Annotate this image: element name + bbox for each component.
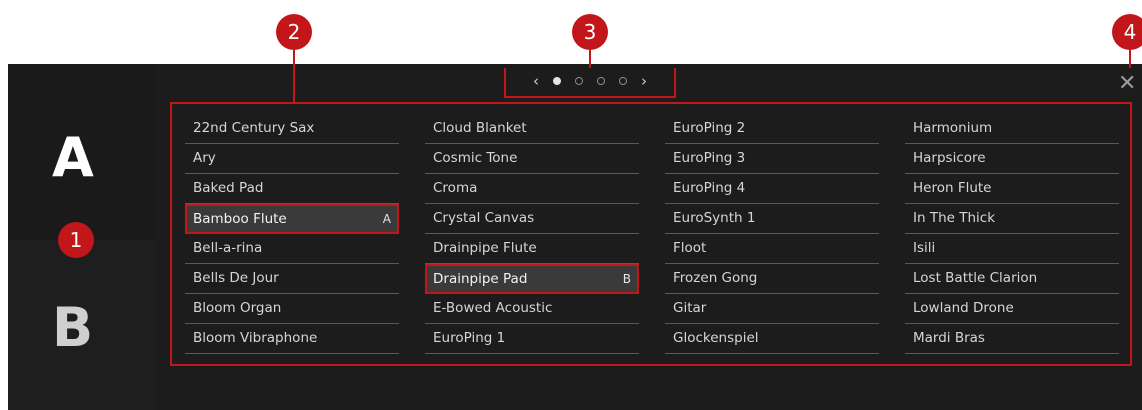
preset-label: Bloom Organ: [193, 300, 282, 316]
preset-label: Heron Flute: [913, 180, 992, 196]
preset-item[interactable]: Bloom Vibraphone: [185, 324, 399, 354]
preset-label: Isili: [913, 240, 936, 256]
preset-item[interactable]: Ary: [185, 144, 399, 174]
preset-label: Bells De Jour: [193, 270, 279, 286]
preset-item[interactable]: EuroPing 2: [665, 114, 879, 144]
preset-column: 22nd Century Sax Ary Baked Pad Bamboo Flute…: [185, 114, 399, 354]
page-dot-2[interactable]: [575, 77, 583, 85]
preset-item[interactable]: Gitar: [665, 294, 879, 324]
preset-label: EuroPing 1: [433, 330, 506, 346]
preset-item[interactable]: Croma: [425, 174, 639, 204]
preset-label: Cosmic Tone: [433, 150, 518, 166]
preset-label: Bamboo Flute: [193, 211, 287, 227]
preset-item[interactable]: Cloud Blanket: [425, 114, 639, 144]
callout-3: 3: [572, 14, 608, 50]
preset-label: Ary: [193, 150, 216, 166]
preset-grid: 22nd Century Sax Ary Baked Pad Bamboo Flute…: [170, 102, 1132, 366]
preset-item[interactable]: E-Bowed Acoustic: [425, 294, 639, 324]
preset-item[interactable]: Isili: [905, 234, 1119, 264]
preset-item[interactable]: Drainpipe Flute: [425, 234, 639, 264]
slot-tag: A: [382, 212, 391, 226]
preset-item[interactable]: Crystal Canvas: [425, 204, 639, 234]
preset-item[interactable]: EuroPing 4: [665, 174, 879, 204]
page-dot-3[interactable]: [597, 77, 605, 85]
preset-item[interactable]: Drainpipe Pad B: [425, 264, 639, 294]
preset-item[interactable]: Bloom Organ: [185, 294, 399, 324]
slot-tag: B: [622, 272, 631, 286]
preset-item[interactable]: Floot: [665, 234, 879, 264]
preset-label: Lowland Drone: [913, 300, 1014, 316]
preset-item[interactable]: EuroPing 3: [665, 144, 879, 174]
preset-label: EuroSynth 1: [673, 210, 756, 226]
page-dot-1[interactable]: [553, 77, 561, 85]
callout-3-leader: [589, 50, 591, 68]
preset-item[interactable]: Lowland Drone: [905, 294, 1119, 324]
preset-label: EuroPing 2: [673, 120, 746, 136]
preset-item[interactable]: Mardi Bras: [905, 324, 1119, 354]
preset-item[interactable]: Harmonium: [905, 114, 1119, 144]
preset-item[interactable]: Bell-a-rina: [185, 234, 399, 264]
callout-4: 4: [1112, 14, 1142, 50]
preset-label: Glockenspiel: [673, 330, 759, 346]
preset-label: Cloud Blanket: [433, 120, 527, 136]
close-icon[interactable]: ✕: [1118, 73, 1136, 95]
preset-label: Frozen Gong: [673, 270, 758, 286]
preset-label: 22nd Century Sax: [193, 120, 315, 136]
preset-label: Bloom Vibraphone: [193, 330, 318, 346]
page-dot-4[interactable]: [619, 77, 627, 85]
preset-item[interactable]: Glockenspiel: [665, 324, 879, 354]
preset-column: EuroPing 2 EuroPing 3 EuroPing 4 EuroSynth …: [665, 114, 879, 354]
chevron-right-icon[interactable]: ›: [641, 72, 647, 90]
preset-label: Baked Pad: [193, 180, 264, 196]
preset-label: In The Thick: [913, 210, 996, 226]
slot-b-button[interactable]: B: [52, 296, 93, 359]
preset-label: Lost Battle Clarion: [913, 270, 1038, 286]
preset-label: Mardi Bras: [913, 330, 985, 346]
preset-item[interactable]: Bells De Jour: [185, 264, 399, 294]
preset-item[interactable]: Bamboo Flute A: [185, 204, 399, 234]
preset-label: Floot: [673, 240, 707, 256]
preset-column: Cloud Blanket Cosmic Tone Croma Crystal Can…: [425, 114, 639, 354]
preset-item[interactable]: Harpsicore: [905, 144, 1119, 174]
preset-label: Harpsicore: [913, 150, 986, 166]
preset-label: Bell-a-rina: [193, 240, 263, 256]
preset-item[interactable]: EuroSynth 1: [665, 204, 879, 234]
preset-label: EuroPing 3: [673, 150, 746, 166]
preset-label: Drainpipe Flute: [433, 240, 537, 256]
preset-column: Harmonium Harpsicore Heron Flute In The Thi…: [905, 114, 1119, 354]
preset-label: EuroPing 4: [673, 180, 746, 196]
slot-a-button[interactable]: A: [52, 126, 94, 189]
preset-label: Crystal Canvas: [433, 210, 535, 226]
callout-2: 2: [276, 14, 312, 50]
page-navigator: ‹ ›: [504, 68, 676, 98]
preset-item[interactable]: Lost Battle Clarion: [905, 264, 1119, 294]
callout-1: 1: [58, 222, 94, 258]
preset-item[interactable]: Baked Pad: [185, 174, 399, 204]
preset-label: E-Bowed Acoustic: [433, 300, 553, 316]
chevron-left-icon[interactable]: ‹: [533, 72, 539, 90]
preset-item[interactable]: EuroPing 1: [425, 324, 639, 354]
preset-item[interactable]: 22nd Century Sax: [185, 114, 399, 144]
preset-item[interactable]: Heron Flute: [905, 174, 1119, 204]
callout-2-leader: [293, 50, 295, 102]
preset-item[interactable]: In The Thick: [905, 204, 1119, 234]
preset-item[interactable]: Cosmic Tone: [425, 144, 639, 174]
preset-label: Croma: [433, 180, 478, 196]
callout-4-leader: [1129, 50, 1131, 68]
preset-label: Drainpipe Pad: [433, 271, 528, 287]
sound-browser-annotated: A B 1 2 3 4 ‹ › ✕ 22nd Century Sax Ary Bak…: [0, 0, 1142, 410]
preset-item[interactable]: Frozen Gong: [665, 264, 879, 294]
preset-label: Gitar: [673, 300, 707, 316]
preset-label: Harmonium: [913, 120, 993, 136]
